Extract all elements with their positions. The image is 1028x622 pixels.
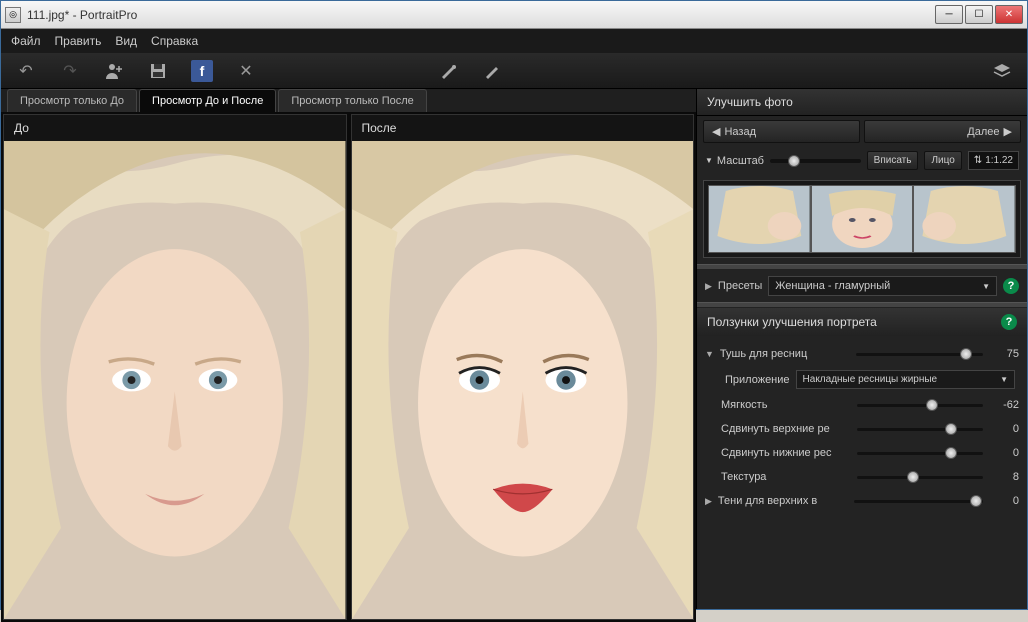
collapse-icon[interactable]: ▼ xyxy=(705,349,714,359)
sliders-area: ▼ Тушь для ресниц 75 Приложение Накладны… xyxy=(697,336,1027,609)
titlebar: ◎ 111.jpg* - PortraitPro ─ ☐ ✕ xyxy=(1,1,1027,29)
layers-icon[interactable] xyxy=(989,58,1015,84)
preset-select[interactable]: Женщина - гламурный▼ xyxy=(768,276,997,296)
after-label: После xyxy=(352,115,694,141)
toolbar: ↶ ↷ f ✕ xyxy=(1,53,1027,89)
tab-after-only[interactable]: Просмотр только После xyxy=(278,89,426,112)
chevron-left-icon: ◀ xyxy=(712,125,720,138)
slider-mascara-value: 75 xyxy=(989,348,1019,360)
app-icon: ◎ xyxy=(5,7,21,23)
app-window: ◎ 111.jpg* - PortraitPro ─ ☐ ✕ Файл Прав… xyxy=(0,0,1028,610)
help-icon[interactable]: ? xyxy=(1001,314,1017,330)
menu-file[interactable]: Файл xyxy=(11,34,41,48)
face-button[interactable]: Лицо xyxy=(924,151,961,170)
slider-softness-label: Мягкость xyxy=(721,399,851,411)
after-photo[interactable] xyxy=(352,141,694,619)
slider-knob[interactable] xyxy=(945,447,957,459)
slider-mascara-label: Тушь для ресниц xyxy=(720,348,850,360)
menu-help[interactable]: Справка xyxy=(151,34,198,48)
slider-texture[interactable] xyxy=(857,476,983,479)
expand-icon[interactable]: ▶ xyxy=(705,496,712,507)
slider-shift-upper-label: Сдвинуть верхние ре xyxy=(721,423,851,435)
slider-knob[interactable] xyxy=(945,423,957,435)
slider-knob[interactable] xyxy=(960,348,972,360)
close-button[interactable]: ✕ xyxy=(995,5,1023,24)
help-icon[interactable]: ? xyxy=(1003,278,1019,294)
chevron-down-icon: ▼ xyxy=(705,156,713,165)
tab-before-after[interactable]: Просмотр До и После xyxy=(139,89,276,112)
application-select[interactable]: Накладные ресницы жирные▼ xyxy=(796,370,1015,389)
application-label: Приложение xyxy=(725,374,790,386)
slider-shift-lower-label: Сдвинуть нижние рес xyxy=(721,447,851,459)
side-panel: Улучшить фото ◀Назад Далее▶ ▼Масштаб Впи… xyxy=(697,89,1027,609)
brush-enhance-icon[interactable] xyxy=(479,58,505,84)
before-photo[interactable] xyxy=(4,141,346,619)
zoom-slider[interactable] xyxy=(770,159,861,163)
menu-view[interactable]: Вид xyxy=(115,34,137,48)
thumb-1[interactable] xyxy=(708,185,811,253)
thumb-3[interactable] xyxy=(913,185,1016,253)
thumb-2[interactable] xyxy=(811,185,914,253)
menubar: Файл Править Вид Справка xyxy=(1,29,1027,53)
slider-shift-upper[interactable] xyxy=(857,428,983,431)
slider-softness[interactable] xyxy=(857,404,983,407)
chevron-down-icon: ▼ xyxy=(1000,375,1008,384)
add-person-icon[interactable] xyxy=(101,58,127,84)
thumbnail-strip[interactable] xyxy=(703,180,1021,258)
maximize-button[interactable]: ☐ xyxy=(965,5,993,24)
zoom-label[interactable]: ▼Масштаб xyxy=(705,155,764,167)
slider-shift-upper-value: 0 xyxy=(989,423,1019,435)
zoom-knob[interactable] xyxy=(788,155,800,167)
facebook-icon[interactable]: f xyxy=(189,58,215,84)
redo-icon[interactable]: ↷ xyxy=(57,58,83,84)
sliders-title: Ползунки улучшения портрета xyxy=(707,315,877,329)
minimize-button[interactable]: ─ xyxy=(935,5,963,24)
slider-upper-shadow-value: 0 xyxy=(989,495,1019,507)
zoom-ratio[interactable]: ⇅1:1.22 xyxy=(968,151,1019,170)
updown-icon: ⇅ xyxy=(974,155,982,166)
window-title: 111.jpg* - PortraitPro xyxy=(27,8,935,22)
slider-texture-label: Текстура xyxy=(721,471,851,483)
cancel-icon[interactable]: ✕ xyxy=(233,58,259,84)
before-pane: До xyxy=(3,114,347,620)
undo-icon[interactable]: ↶ xyxy=(13,58,39,84)
enhance-title: Улучшить фото xyxy=(697,89,1027,116)
slider-mascara[interactable] xyxy=(856,353,983,356)
slider-softness-value: -62 xyxy=(989,399,1019,411)
after-pane: После xyxy=(351,114,695,620)
slider-knob[interactable] xyxy=(926,399,938,411)
expand-presets-icon[interactable]: ▶ xyxy=(705,281,712,292)
slider-texture-value: 8 xyxy=(989,471,1019,483)
slider-knob[interactable] xyxy=(970,495,982,507)
chevron-right-icon: ▶ xyxy=(1004,125,1012,138)
slider-shift-lower[interactable] xyxy=(857,452,983,455)
fit-button[interactable]: Вписать xyxy=(867,151,919,170)
slider-upper-shadow[interactable] xyxy=(854,500,983,503)
view-tabs: Просмотр только До Просмотр До и После П… xyxy=(1,89,696,112)
tab-before-only[interactable]: Просмотр только До xyxy=(7,89,137,112)
back-button[interactable]: ◀Назад xyxy=(703,120,860,143)
menu-edit[interactable]: Править xyxy=(55,34,102,48)
main-area: Просмотр только До Просмотр До и После П… xyxy=(1,89,697,609)
next-button[interactable]: Далее▶ xyxy=(864,120,1021,143)
slider-shift-lower-value: 0 xyxy=(989,447,1019,459)
brush-restore-icon[interactable] xyxy=(435,58,461,84)
before-label: До xyxy=(4,115,346,141)
slider-knob[interactable] xyxy=(907,471,919,483)
chevron-down-icon: ▼ xyxy=(982,282,990,291)
save-icon[interactable] xyxy=(145,58,171,84)
presets-label: Пресеты xyxy=(718,280,762,292)
slider-upper-shadow-label: Тени для верхних в xyxy=(718,495,848,507)
